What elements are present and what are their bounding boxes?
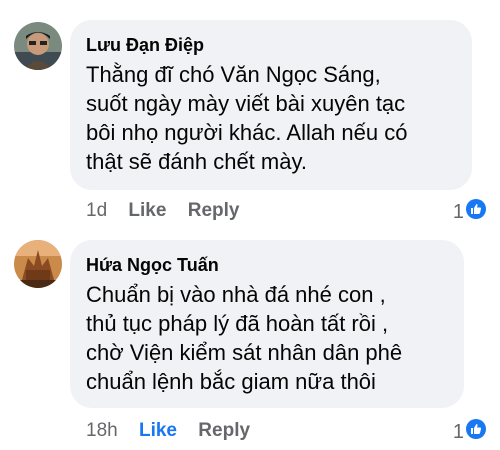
reaction-count: 1 xyxy=(452,200,464,223)
comment-actions: 1d Like Reply xyxy=(86,200,255,222)
comment-timestamp[interactable]: 1d xyxy=(86,200,107,221)
reaction-count: 1 xyxy=(452,420,464,443)
reply-button[interactable]: Reply xyxy=(198,420,250,441)
comment-author[interactable]: Lưu Đạn Điệp xyxy=(86,34,454,56)
avatar[interactable] xyxy=(14,22,62,70)
comment-bubble: Hứa Ngọc Tuấn Chuẩn bị vào nhà đá nhé co… xyxy=(70,240,464,408)
reaction-summary[interactable]: 1 xyxy=(453,419,486,445)
like-reaction-icon xyxy=(466,199,486,225)
comment-bubble: Lưu Đạn Điệp Thằng đĩ chó Văn Ngọc Sáng,… xyxy=(70,20,472,190)
like-reaction-icon xyxy=(466,419,486,445)
reaction-summary[interactable]: 1 xyxy=(453,199,486,225)
comment-actions: 18h Like Reply xyxy=(86,420,266,442)
like-button[interactable]: Like xyxy=(139,420,177,441)
like-button[interactable]: Like xyxy=(128,200,166,221)
comment-timestamp[interactable]: 18h xyxy=(86,420,118,441)
comment-text: Chuẩn bị vào nhà đá nhé con , thủ tục ph… xyxy=(86,282,403,394)
comment-text: Thằng đĩ chó Văn Ngọc Sáng, suốt ngày mà… xyxy=(86,62,408,174)
reply-button[interactable]: Reply xyxy=(188,200,240,221)
avatar[interactable] xyxy=(14,240,62,288)
comment-author[interactable]: Hứa Ngọc Tuấn xyxy=(86,254,446,276)
